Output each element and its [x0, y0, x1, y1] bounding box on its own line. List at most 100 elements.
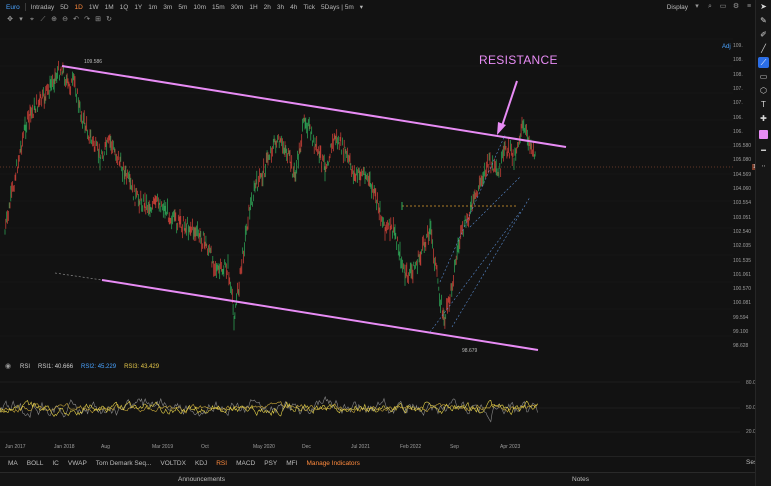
- tf-10min[interactable]: 10m: [190, 4, 209, 11]
- trend-channel-line: [429, 211, 521, 333]
- zoom-in-icon[interactable]: ⊕: [50, 16, 58, 24]
- price-tick: 101.061: [733, 271, 752, 278]
- tf-1mo[interactable]: 1M: [102, 4, 117, 11]
- tf-1min[interactable]: 1m: [145, 4, 160, 11]
- date-tick: Sep: [450, 444, 459, 450]
- tf-30min[interactable]: 30m: [228, 4, 247, 11]
- price-tick: 107.: [733, 100, 743, 107]
- price-tick: 107.: [733, 85, 743, 92]
- chevron-down-icon[interactable]: ▾: [17, 16, 25, 24]
- price-tick: 104.060: [733, 186, 752, 192]
- tf-4h[interactable]: 4h: [287, 4, 300, 11]
- search-icon[interactable]: ⌕: [706, 3, 714, 11]
- date-tick: Jun 2017: [5, 444, 26, 450]
- tf-1h[interactable]: 1H: [246, 4, 260, 11]
- settings-icon[interactable]: ⚙: [732, 3, 740, 11]
- line-style-icon[interactable]: ∙∙: [758, 160, 769, 171]
- tf-3h[interactable]: 3h: [274, 4, 287, 11]
- line-tool-icon[interactable]: ⟋: [39, 16, 47, 24]
- ray-tool-icon[interactable]: ⟋: [758, 57, 769, 68]
- trend-channel-line: [451, 196, 531, 328]
- window-icon[interactable]: ▭: [719, 3, 727, 11]
- price-tick: 101.535: [733, 257, 752, 264]
- chart-tool-row: ✥ ▾ ⌖ ⟋ ⊕ ⊖ ↶ ↷ ⊞ ↻: [6, 14, 113, 26]
- indicator-rsi[interactable]: RSI: [216, 460, 227, 467]
- indicator-kdj[interactable]: KDJ: [195, 460, 207, 467]
- support-line: [101, 279, 539, 351]
- indicator-mfi[interactable]: MFI: [286, 460, 297, 467]
- tf-tick[interactable]: Tick: [300, 4, 318, 11]
- trend-channel-line: [439, 134, 506, 283]
- color-swatch-icon[interactable]: [759, 130, 768, 139]
- resistance-annotation[interactable]: RESISTANCE: [479, 53, 558, 67]
- indicator-ma[interactable]: MA: [8, 460, 18, 467]
- symbol-label[interactable]: Euro: [3, 4, 23, 11]
- pencil-icon[interactable]: ✎: [758, 15, 769, 26]
- text-icon[interactable]: T: [758, 99, 769, 110]
- display-button[interactable]: Display: [667, 4, 688, 11]
- date-tick: Mar 2019: [152, 444, 174, 450]
- move-icon[interactable]: ✥: [6, 16, 14, 24]
- rsi-line: [0, 399, 538, 417]
- brush-icon[interactable]: ✐: [758, 29, 769, 40]
- chevron-down-icon[interactable]: ▾: [357, 3, 366, 11]
- tf-5days-5m[interactable]: 5Days | 5m: [318, 4, 357, 11]
- tf-1y[interactable]: 1Y: [131, 4, 145, 11]
- tf-1w[interactable]: 1W: [86, 4, 102, 11]
- trading-app: Euro Intraday 5D 1D 1W 1M 1Q 1Y 1m 3m 5m…: [0, 0, 771, 486]
- chevron-down-icon[interactable]: ▾: [693, 3, 701, 11]
- rsi-header: ◉ RSI RSI1: 40.666 RSI2: 45.229 RSI3: 43…: [0, 362, 159, 372]
- adj-label[interactable]: Adj: [722, 44, 731, 50]
- tf-5min[interactable]: 5m: [175, 4, 190, 11]
- date-tick: Jan 2018: [54, 444, 75, 450]
- eye-icon[interactable]: ◉: [4, 363, 12, 371]
- menu-icon[interactable]: ≡: [745, 3, 753, 11]
- tf-5d[interactable]: 5D: [57, 4, 71, 11]
- tf-intraday[interactable]: Intraday: [28, 4, 58, 11]
- rectangle-icon[interactable]: ▭: [758, 71, 769, 82]
- price-tick: 99.100: [733, 329, 749, 335]
- price-tick: 98.628: [733, 343, 749, 350]
- indicator-voltdx[interactable]: VOLTDX: [160, 460, 186, 467]
- indicator-ic[interactable]: IC: [52, 460, 59, 467]
- trendline-icon[interactable]: ╱: [758, 43, 769, 54]
- grid-icon[interactable]: ⊞: [94, 16, 102, 24]
- date-tick: Dec: [302, 444, 311, 450]
- support-extension: [54, 272, 103, 281]
- price-tick: 109.: [733, 43, 743, 49]
- date-tick: Apr 2023: [500, 444, 521, 450]
- refresh-icon[interactable]: ↻: [105, 16, 113, 24]
- manage-indicators-button[interactable]: Manage Indicators: [306, 460, 359, 467]
- tf-15min[interactable]: 15m: [209, 4, 228, 11]
- date-tick: Jul 2021: [351, 444, 370, 450]
- tf-2h[interactable]: 2h: [261, 4, 274, 11]
- line-width-icon[interactable]: ━: [758, 145, 769, 156]
- rsi-chart[interactable]: [0, 374, 740, 442]
- indicator-macd[interactable]: MACD: [236, 460, 255, 467]
- tf-1d[interactable]: 1D: [72, 4, 86, 11]
- low-price-label: 98.679: [462, 348, 478, 354]
- indicator-boll[interactable]: BOLL: [27, 460, 44, 467]
- date-tick: Aug: [101, 444, 110, 450]
- resistance-arrow: [500, 80, 518, 130]
- indicator-tabs: MA BOLL IC VWAP Tom Demark Seq... VOLTDX…: [0, 456, 771, 470]
- tf-1q[interactable]: 1Q: [117, 4, 132, 11]
- crosshair-icon[interactable]: ⌖: [28, 16, 36, 24]
- price-chart[interactable]: [0, 27, 755, 360]
- price-tick: 99.594: [733, 314, 749, 321]
- zoom-out-icon[interactable]: ⊖: [61, 16, 69, 24]
- redo-icon[interactable]: ↷: [83, 16, 91, 24]
- shapes-icon[interactable]: ⬡: [758, 85, 769, 96]
- indicator-vwap[interactable]: VWAP: [68, 460, 87, 467]
- trend-channel-line: [469, 176, 521, 228]
- stamp-icon[interactable]: ✚: [758, 113, 769, 124]
- undo-icon[interactable]: ↶: [72, 16, 80, 24]
- indicator-tom-demark[interactable]: Tom Demark Seq...: [96, 460, 152, 467]
- tf-3min[interactable]: 3m: [160, 4, 175, 11]
- date-axis: Jun 2017 Jan 2018 Aug Mar 2019 Oct May 2…: [0, 444, 755, 454]
- notes-tab[interactable]: Notes: [572, 476, 589, 483]
- cursor-icon[interactable]: ➤: [758, 1, 769, 12]
- indicator-psy[interactable]: PSY: [264, 460, 277, 467]
- price-tick: 105.080: [733, 157, 752, 164]
- announcements-tab[interactable]: Announcements: [178, 476, 225, 483]
